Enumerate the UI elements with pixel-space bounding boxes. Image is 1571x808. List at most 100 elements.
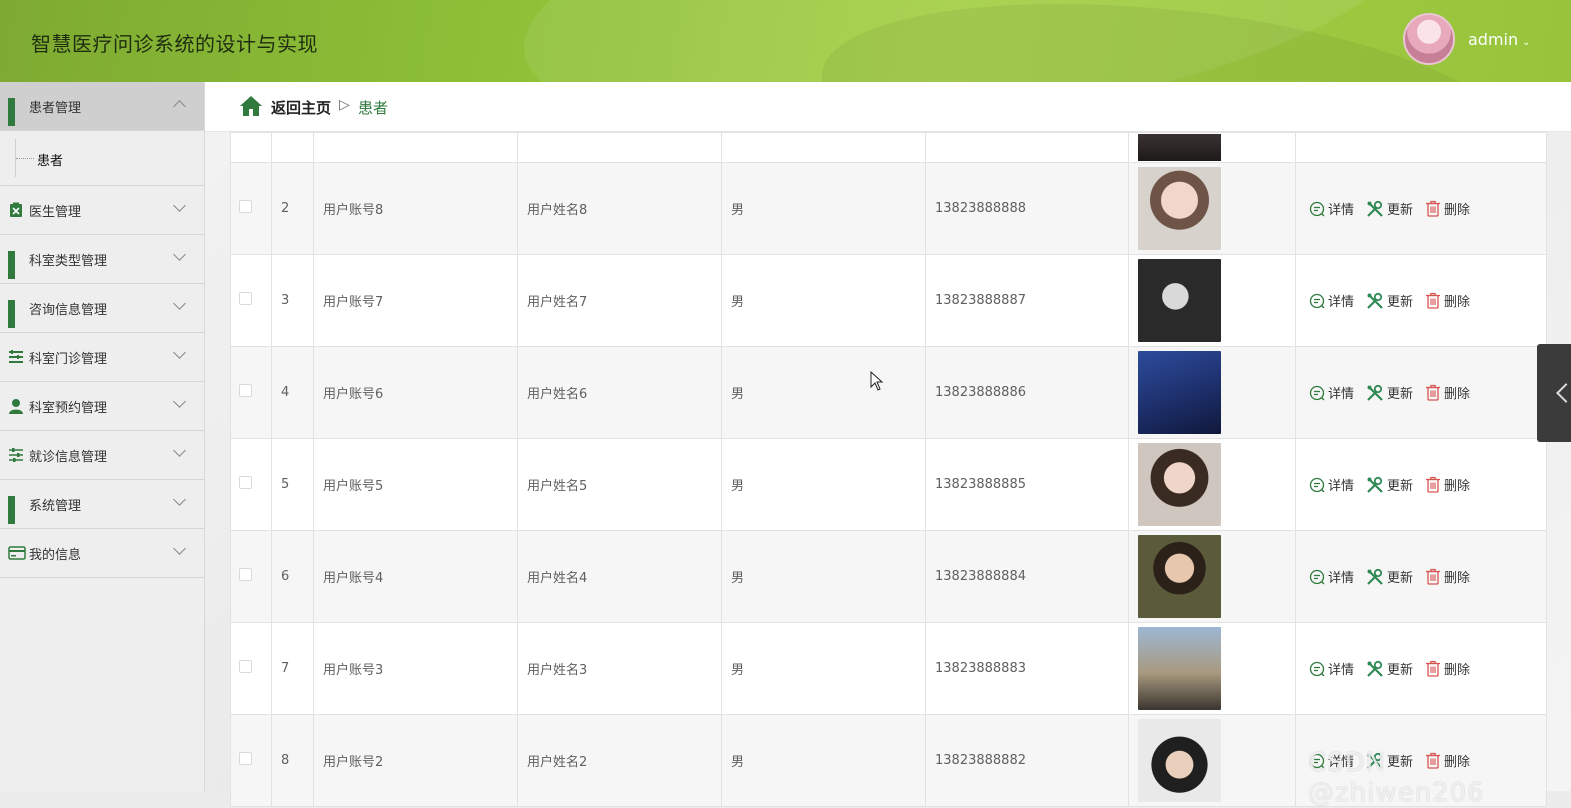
sidebar-item-label: 系统管理 [29,498,82,514]
row-checkbox[interactable] [239,384,252,397]
detail-button[interactable]: 详情 [1309,475,1354,494]
row-index: 7 [271,622,314,715]
grid-icon [8,300,24,328]
sidebar-item-appointments[interactable]: 科室预约管理 [0,382,204,431]
row-checkbox[interactable] [239,200,252,213]
home-icon[interactable] [239,95,263,121]
patient-photo [1138,259,1221,342]
sidebar-item-clinics[interactable]: 科室门诊管理 [0,333,204,382]
update-button[interactable]: 更新 [1366,199,1413,218]
cell-account: 用户账号5 [313,438,518,531]
avatar[interactable] [1403,13,1455,65]
breadcrumb-home-link[interactable]: 返回主页 [271,97,331,118]
cell-gender: 男 [721,438,926,531]
submenu-item-patient[interactable]: 患者 [37,150,63,169]
table-row: 5 用户账号5 用户姓名5 男 13823888885 详情 更新 删除 [230,438,1547,531]
update-button[interactable]: 更新 [1366,567,1413,586]
sidebar-item-consultations[interactable]: 咨询信息管理 [0,284,204,333]
delete-button[interactable]: 删除 [1425,199,1470,218]
cell-name: 用户姓名6 [517,346,722,439]
cell-phone: 13823888886 [925,346,1129,439]
chevron-down-icon [173,395,186,408]
cell-account: 用户账号8 [313,162,518,255]
patient-photo [1138,719,1221,802]
sidebar: 患者管理 患者 医生管理 科室类型管理 咨询信息管理 科室门诊管理 科室预约管理 [0,82,205,791]
cell-account: 用户账号7 [313,254,518,347]
sidebar-item-label: 咨询信息管理 [29,302,108,318]
patient-photo [1138,351,1221,434]
breadcrumb [205,82,1571,132]
cell-phone: 13823888883 [925,622,1129,715]
row-actions: 详情 更新 删除 [1296,659,1546,678]
tools-icon [1367,660,1383,677]
cell-name: 用户姓名3 [517,622,722,715]
delete-button[interactable]: 删除 [1425,291,1470,310]
trash-icon [1426,568,1441,585]
sidebar-item-label: 科室门诊管理 [29,351,108,367]
detail-button[interactable]: 详情 [1309,383,1354,402]
chevron-left-icon [1556,383,1571,403]
cell-name: 用户姓名2 [517,714,722,807]
user-menu[interactable]: admin ⌄ [1468,30,1531,49]
patient-photo [1138,167,1221,250]
sidebar-item-my-info[interactable]: 我的信息 [0,529,204,578]
row-actions: 详情 更新 删除 [1296,199,1546,218]
chevron-down-icon [173,346,186,359]
update-button[interactable]: 更新 [1366,659,1413,678]
sidebar-item-visits[interactable]: 就诊信息管理 [0,431,204,480]
delete-button[interactable]: 删除 [1425,659,1470,678]
update-button[interactable]: 更新 [1366,475,1413,494]
patient-photo [1138,443,1221,526]
sidebar-item-dept-types[interactable]: 科室类型管理 [0,235,204,284]
grid-icon [8,98,24,126]
trash-icon [1426,660,1441,677]
collapse-panel-button[interactable] [1537,344,1571,442]
patient-photo [1138,134,1221,161]
detail-button[interactable]: 详情 [1309,199,1354,218]
detail-button[interactable]: 详情 [1309,567,1354,586]
row-checkbox[interactable] [239,752,252,765]
row-checkbox[interactable] [239,292,252,305]
delete-button[interactable]: 删除 [1425,475,1470,494]
clipboard-icon [8,202,24,218]
mouse-cursor-icon [870,371,884,391]
detail-button[interactable]: 详情 [1309,291,1354,310]
detail-button[interactable]: 详情 [1309,659,1354,678]
cell-gender: 男 [721,530,926,623]
card-icon [8,545,26,561]
patient-photo [1138,627,1221,710]
sidebar-item-system[interactable]: 系统管理 [0,480,204,529]
trash-icon [1426,384,1441,401]
row-checkbox[interactable] [239,568,252,581]
grid-icon [8,496,24,524]
breadcrumb-current: 患者 [358,99,389,117]
delete-button[interactable]: 删除 [1425,567,1470,586]
watermark: CSDN @zhiwen206 [1308,748,1485,808]
cell-account: 用户账号4 [313,530,518,623]
grid-icon [8,251,24,279]
cell-gender: 男 [721,714,926,807]
update-button[interactable]: 更新 [1366,383,1413,402]
sidebar-item-label: 就诊信息管理 [29,449,108,465]
chevron-down-icon [173,542,186,555]
delete-button[interactable]: 删除 [1425,383,1470,402]
sidebar-item-doctors[interactable]: 医生管理 [0,186,204,235]
sliders-icon [8,447,24,463]
table-row: 2 用户账号8 用户姓名8 男 13823888888 详情 更新 删除 [230,162,1547,255]
row-actions: 详情 更新 删除 [1296,291,1546,310]
cell-phone: 13823888884 [925,530,1129,623]
cell-gender: 男 [721,254,926,347]
submenu: 患者 [0,131,204,186]
user-name: admin [1468,30,1519,49]
row-checkbox[interactable] [239,476,252,489]
patient-photo [1138,535,1221,618]
table-row [230,132,1547,163]
cell-phone: 13823888885 [925,438,1129,531]
update-button[interactable]: 更新 [1366,291,1413,310]
row-index: 4 [271,346,314,439]
tools-icon [1367,476,1383,493]
user-icon [8,398,24,414]
cell-phone: 13823888888 [925,162,1129,255]
sidebar-item-patients[interactable]: 患者管理 [0,82,204,131]
row-checkbox[interactable] [239,660,252,673]
